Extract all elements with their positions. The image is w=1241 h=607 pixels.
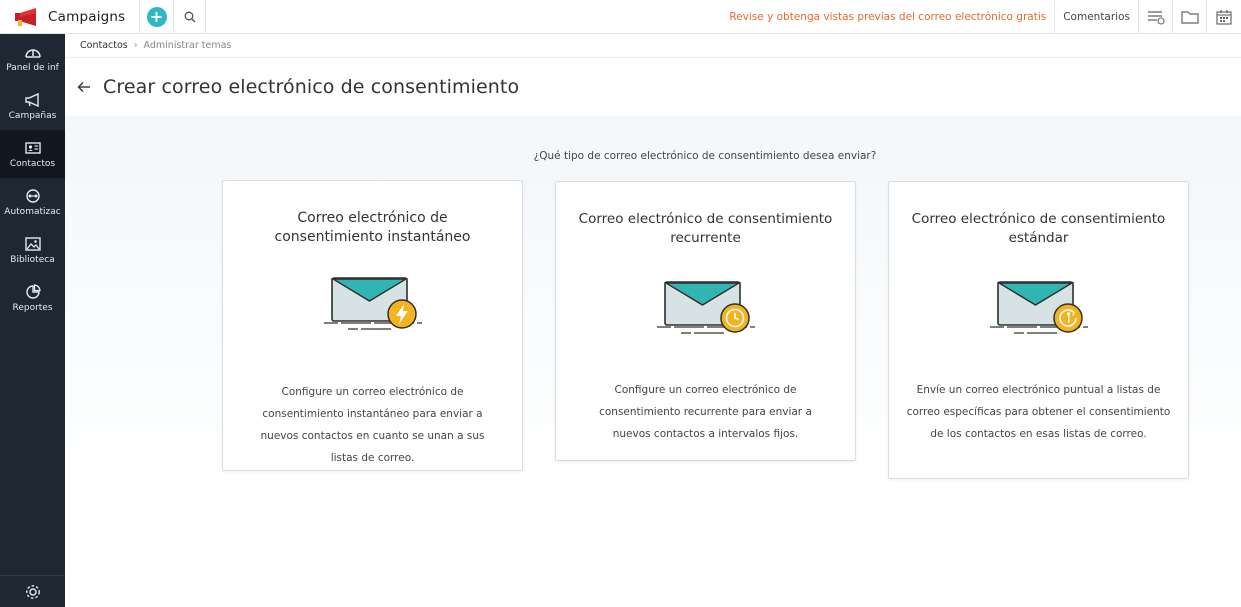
sidebar-item-label: Campañas <box>8 110 57 121</box>
card-title: Correo electrónico de consentimiento ins… <box>274 210 471 245</box>
sidebar-item-library[interactable]: Biblioteca <box>0 226 65 274</box>
library-icon <box>24 236 41 251</box>
checklist-icon <box>1147 10 1165 25</box>
clock-icon <box>719 302 751 338</box>
settings-button[interactable] <box>0 575 65 607</box>
sidebar-item-label: Biblioteca <box>10 254 55 265</box>
megaphone-logo-icon <box>14 7 40 27</box>
add-button[interactable]: + <box>140 0 174 34</box>
breadcrumb-item-contacts[interactable]: Contactos <box>80 40 128 51</box>
card-description: Configure un correo electrónico de conse… <box>260 386 485 464</box>
automation-icon <box>25 188 40 203</box>
card-standard-consent[interactable]: Correo electrónico de consentimiento est… <box>888 181 1189 479</box>
question-text: ¿Qué tipo de correo electrónico de conse… <box>533 150 877 162</box>
sidebar-item-label: Contactos <box>9 158 56 169</box>
card-title: Correo electrónico de consentimiento rec… <box>578 211 833 246</box>
card-instant-consent[interactable]: Correo electrónico de consentimiento ins… <box>222 180 523 471</box>
app-name: Campaigns <box>48 8 126 25</box>
sidebar-item-reports[interactable]: Reportes <box>0 274 65 322</box>
envelope-illustration <box>651 275 761 345</box>
breadcrumb: Contactos › Administrar temas <box>65 34 1241 58</box>
back-arrow-icon[interactable] <box>77 79 93 95</box>
envelope-illustration <box>318 271 428 341</box>
folder-icon <box>1180 10 1199 24</box>
sidebar-item-contacts[interactable]: Contactos <box>0 130 65 178</box>
card-description: Envíe un correo electrónico puntual a li… <box>906 384 1171 440</box>
breadcrumb-separator-icon: › <box>133 40 138 51</box>
top-bar: Campaigns + Revise y obtenga vistas prev… <box>0 0 1241 34</box>
envelope-illustration <box>984 275 1094 345</box>
search-icon <box>184 11 195 22</box>
contact-card-icon <box>24 141 41 154</box>
plus-icon: + <box>146 6 167 27</box>
sidebar: Panel de inf Campañas Contactos Automati… <box>0 34 65 607</box>
sidebar-item-campaigns[interactable]: Campañas <box>0 82 65 130</box>
sidebar-item-label: Automatizac <box>4 206 61 217</box>
folder-button[interactable] <box>1173 0 1207 34</box>
promo-link[interactable]: Revise y obtenga vistas previas del corr… <box>721 0 1056 34</box>
sidebar-item-automation[interactable]: Automatizac <box>0 178 65 226</box>
content-area: ¿Qué tipo de correo electrónico de conse… <box>65 116 1241 607</box>
megaphone-icon <box>24 92 39 107</box>
calendar-button[interactable] <box>1207 0 1241 34</box>
breadcrumb-item-topics[interactable]: Administrar temas <box>144 40 232 51</box>
sidebar-item-label: Panel de inf <box>6 62 59 73</box>
card-title: Correo electrónico de consentimiento est… <box>911 211 1166 246</box>
lists-button[interactable] <box>1139 0 1173 34</box>
page-header: Crear correo electrónico de consentimien… <box>65 58 1241 116</box>
dashboard-icon <box>24 48 41 58</box>
calendar-icon <box>1216 9 1232 25</box>
card-recurring-consent[interactable]: Correo electrónico de consentimiento rec… <box>555 181 856 461</box>
reports-icon <box>25 283 41 299</box>
one-time-icon <box>1052 302 1084 338</box>
lightning-icon <box>386 298 418 334</box>
sidebar-item-label: Reportes <box>12 302 53 313</box>
app-brand[interactable]: Campaigns <box>0 0 140 34</box>
page-title: Crear correo electrónico de consentimien… <box>103 76 520 98</box>
search-button[interactable] <box>174 0 206 34</box>
gear-icon <box>25 584 40 599</box>
comments-link[interactable]: Comentarios <box>1055 0 1139 34</box>
card-description: Configure un correo electrónico de conse… <box>599 384 812 440</box>
sidebar-item-dashboard[interactable]: Panel de inf <box>0 34 65 82</box>
